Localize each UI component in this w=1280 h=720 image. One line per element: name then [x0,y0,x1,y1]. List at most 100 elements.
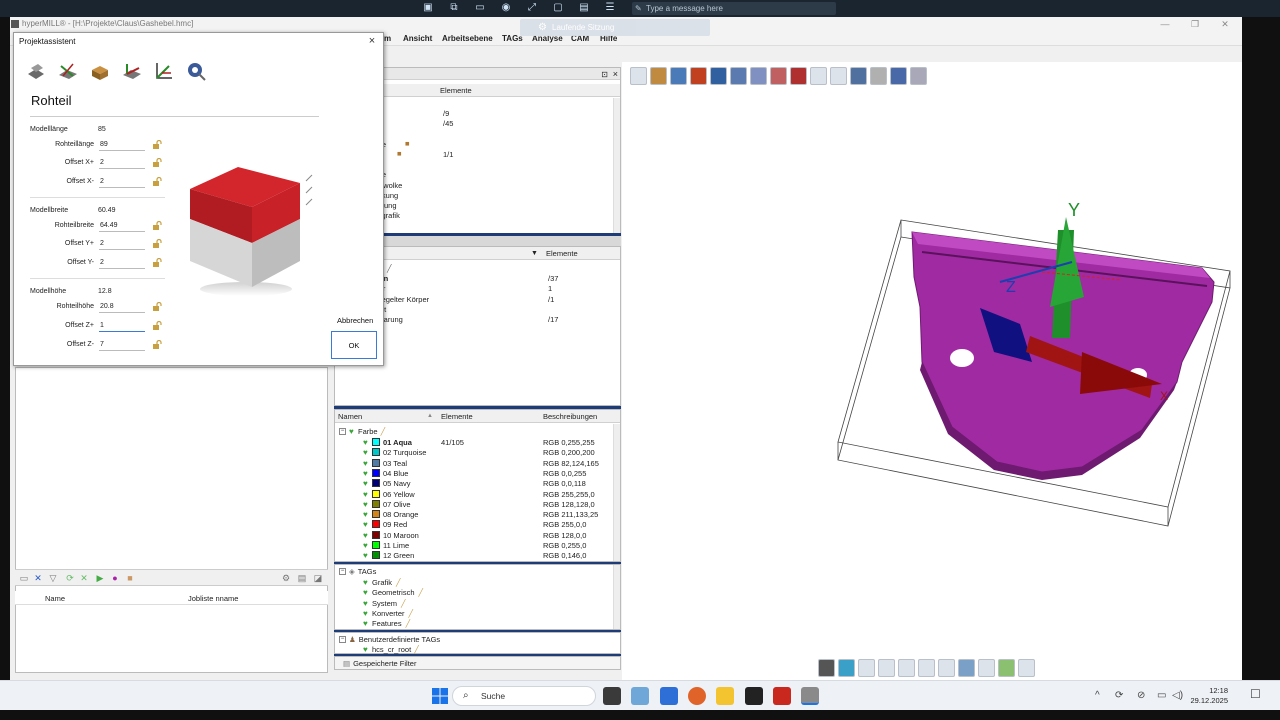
offset-z-minus-input[interactable] [99,339,145,351]
part-box-icon[interactable] [89,60,111,82]
app-2-icon[interactable] [660,687,678,705]
color-row[interactable]: ♥ 01 Aqua [363,438,412,447]
chat-icon[interactable]: ▢ [552,2,564,14]
lock-icon[interactable] [152,221,162,231]
menu-item-arbeitsebene[interactable]: Arbeitsebene [442,34,493,43]
notification-icon[interactable]: ☐ [1250,687,1261,701]
tray-chevron-icon[interactable]: ^ [1095,690,1100,701]
lock-icon[interactable] [152,340,162,350]
p-icon[interactable] [910,67,927,85]
explorer-icon[interactable] [716,687,734,705]
hypermill-taskbar-icon[interactable] [801,687,819,705]
color-row[interactable]: ♥ 06 Yellow [363,489,415,499]
saved-filters[interactable]: ▤ Gespeicherte Filter [343,659,416,668]
calc-icon[interactable]: ✕ [79,573,89,583]
person-icon[interactable] [938,659,955,677]
axis-system-icon[interactable] [153,60,175,82]
copy-icon[interactable]: ⧉ [448,2,460,14]
expand-farbe[interactable]: − [339,428,346,435]
cancel-button[interactable]: Abbrechen [331,313,375,327]
user-tag-item[interactable]: ♥ hcs_cr_root ╱ [363,645,419,654]
firefox-icon[interactable] [688,687,706,705]
ok-button[interactable]: OK [331,331,377,359]
color-row[interactable]: ♥ 12 Green [363,551,414,560]
color-row[interactable]: ♥ 11 Lime [363,541,409,550]
color-row[interactable]: ♥ 04 Blue [363,468,408,478]
col-elements[interactable]: Elemente [440,84,472,97]
offset-z-plus-input[interactable] [99,320,145,332]
lock-icon[interactable] [152,177,162,187]
col-elements-2[interactable]: Elemente [546,247,578,260]
refresh-icon[interactable]: ⟳ [65,573,75,583]
menu-item-ansicht[interactable]: Ansicht [403,34,432,43]
expand-tags[interactable]: − [339,568,346,575]
tool-icon[interactable] [730,67,747,85]
settings-wheel-icon[interactable] [1018,659,1035,677]
monitor-icon[interactable]: ▣ [422,2,434,14]
lock-icon[interactable] [152,321,162,331]
measure-icon[interactable] [858,659,875,677]
tag-item[interactable]: ♥ Geometrisch ╱ [363,588,423,597]
section-icon[interactable] [978,659,995,677]
user-tags-group[interactable]: ♟ Benutzerdefinierte TAGs [349,635,440,644]
minimize-button[interactable]: — [1150,17,1180,31]
stock-wizard-icon[interactable] [25,60,47,82]
part-icon[interactable] [690,67,707,85]
color-row[interactable]: ♥ 05 Navy [363,479,411,488]
report-icon[interactable]: ▤ [297,573,307,583]
sort-icon[interactable]: ▼ [531,247,538,260]
stock-length-input[interactable] [99,139,145,151]
color-row[interactable]: ♥ 09 Red [363,520,407,529]
offset-x-minus-input[interactable] [99,176,145,188]
tag-item[interactable]: ♥ Features ╱ [363,619,410,628]
shade-icon[interactable] [818,659,835,677]
lock-icon[interactable] [152,302,162,312]
tag-item[interactable]: ♥ Grafik ╱ [363,578,401,587]
folder-icon[interactable]: ■ [125,573,135,583]
close-panel-icon[interactable]: × [613,68,618,81]
lock-icon[interactable] [152,258,162,268]
col-names[interactable]: Namen [338,410,362,423]
fullscreen-icon[interactable]: ⤢ [526,2,538,14]
offset-y-minus-input[interactable] [99,257,145,269]
delete-icon[interactable]: ✕ [33,573,43,583]
sort-up-icon[interactable]: ▲ [427,410,433,423]
dialog-close-button[interactable]: × [365,34,379,48]
brush-icon[interactable] [958,659,975,677]
print-icon[interactable] [890,67,907,85]
workplane-icon[interactable] [57,60,79,82]
cut-icon[interactable] [898,659,915,677]
pencil-tool-icon[interactable] [998,659,1015,677]
file-icon[interactable]: ▤ [578,2,590,14]
maximize-button[interactable]: ❐ [1180,17,1210,31]
tag-item[interactable]: ♥ Konverter ╱ [363,609,413,618]
run-icon[interactable]: ▶ [95,573,105,583]
gear-icon[interactable] [710,67,727,85]
color-row[interactable]: ♥ 03 Teal [363,458,407,468]
tray-sync-icon[interactable]: ⟳ [1115,690,1123,701]
eye-icon[interactable]: ◉ [500,2,512,14]
menu-item-m[interactable]: m [384,34,391,43]
colors-scrollbar[interactable] [613,424,620,561]
windows-start-icon[interactable] [432,688,448,704]
col-color-elements[interactable]: Elemente [441,410,473,423]
tray-volume-icon[interactable]: ◁) [1172,690,1183,701]
acrobat-icon[interactable] [773,687,791,705]
tray-display-icon[interactable]: ▭ [1157,690,1166,701]
message-input[interactable]: ✎ Type a message here [632,2,836,15]
task-view-icon[interactable] [603,687,621,705]
coordinate-icon[interactable] [121,60,143,82]
taskbar-clock[interactable]: 12:18 29.12.2025 [1190,686,1228,706]
stock-icon[interactable] [650,67,667,85]
redo-icon[interactable] [810,67,827,85]
pin-icon[interactable]: ⊡ [601,68,608,81]
color-row[interactable]: ♥ 07 Olive [363,499,411,509]
col-joblist[interactable]: Jobliste nname [188,594,238,603]
3d-viewport[interactable]: Y Z X [622,62,1242,680]
lock-icon[interactable] [152,140,162,150]
new-doc-icon[interactable] [630,67,647,85]
expand-user-tags[interactable]: − [339,636,346,643]
color-row[interactable]: ♥ 08 Orange [363,510,418,519]
stock-height-input[interactable] [99,301,145,313]
line-icon[interactable] [878,659,895,677]
